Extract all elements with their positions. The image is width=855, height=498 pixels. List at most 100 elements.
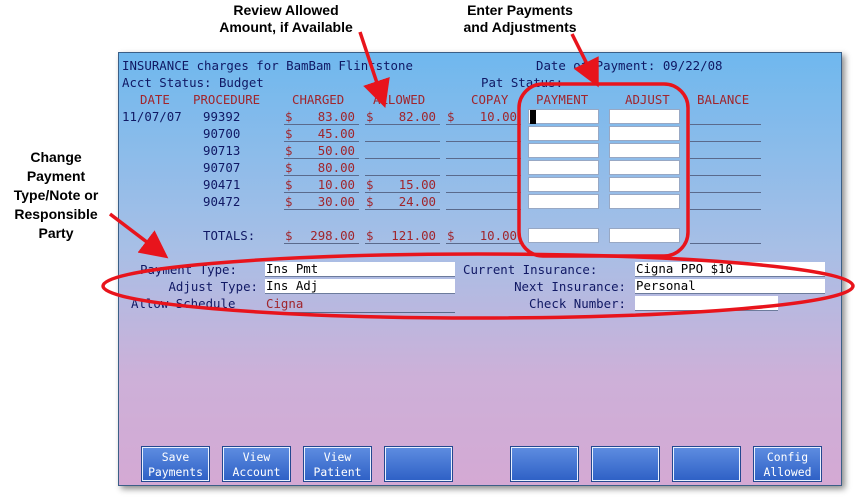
- total-copay-underline: [446, 243, 521, 244]
- charged-underline: [284, 141, 359, 142]
- allowed-underline: [365, 124, 440, 125]
- dollar-sign: $: [366, 109, 374, 124]
- row-charged: 80.00: [317, 160, 355, 175]
- payment-input[interactable]: [528, 160, 599, 175]
- dollar-sign: $: [447, 228, 455, 243]
- balance-underline: [690, 141, 761, 142]
- view-patient-button[interactable]: View Patient: [304, 447, 371, 481]
- row-procedure: 90700: [203, 126, 241, 141]
- payment-input[interactable]: [528, 143, 599, 158]
- balance-underline: [690, 158, 761, 159]
- check-number-field[interactable]: [635, 296, 778, 311]
- adjust-input[interactable]: [609, 109, 680, 124]
- dollar-sign: $: [447, 109, 455, 124]
- annotation-line: Change: [30, 149, 82, 165]
- annotation-line: Review Allowed: [233, 2, 339, 18]
- adjust-type-field[interactable]: Ins Adj: [265, 279, 455, 294]
- adjust-input[interactable]: [609, 143, 680, 158]
- charged-underline: [284, 209, 359, 210]
- row-procedure: 90471: [203, 177, 241, 192]
- copay-underline: [446, 141, 521, 142]
- annotation-line: Amount, if Available: [219, 19, 353, 35]
- annotation-line: Type/Note or: [13, 187, 99, 203]
- total-allowed: 121.00: [391, 228, 436, 243]
- row-procedure: 99392: [203, 109, 241, 124]
- adjust-input[interactable]: [609, 126, 680, 141]
- function-button-6[interactable]: [592, 447, 659, 481]
- adjust-input[interactable]: [609, 177, 680, 192]
- row-allowed: 24.00: [398, 194, 436, 209]
- save-payments-button[interactable]: Save Payments: [142, 447, 209, 481]
- row-charged: 45.00: [317, 126, 355, 141]
- col-charged: CHARGED: [292, 92, 345, 107]
- payment-input[interactable]: [528, 126, 599, 141]
- payment-type-field[interactable]: Ins Pmt: [265, 262, 455, 277]
- col-balance: BALANCE: [697, 92, 750, 107]
- function-button-7[interactable]: [673, 447, 740, 481]
- total-copay: 10.00: [479, 228, 517, 243]
- copay-underline: [446, 158, 521, 159]
- dollar-sign: $: [366, 194, 374, 209]
- row-procedure: 90713: [203, 143, 241, 158]
- annotation-line: and Adjustments: [463, 19, 577, 35]
- annotation-line: Enter Payments: [467, 2, 573, 18]
- annotation-review-allowed: Review Allowed Amount, if Available: [196, 2, 376, 36]
- next-insurance-field[interactable]: Personal: [635, 279, 825, 294]
- adjust-input[interactable]: [609, 194, 680, 209]
- col-procedure: PROCEDURE: [193, 92, 261, 107]
- payment-input[interactable]: [528, 177, 599, 192]
- copay-underline: [446, 175, 521, 176]
- allow-schedule-underline: [265, 312, 455, 313]
- acct-status: Acct Status: Budget: [122, 75, 264, 90]
- total-balance-underline: [690, 243, 761, 244]
- adjust-type-label: Adjust Type:: [168, 279, 258, 294]
- function-button-4[interactable]: [385, 447, 452, 481]
- total-adjust-field: [609, 228, 680, 243]
- button-label: Save: [161, 450, 190, 464]
- button-label: Allowed: [763, 465, 812, 479]
- current-insurance-label: Current Insurance:: [463, 262, 598, 277]
- row-procedure: 90707: [203, 160, 241, 175]
- button-label: Config: [766, 450, 809, 464]
- dollar-sign: $: [285, 228, 293, 243]
- row-charged: 10.00: [317, 177, 355, 192]
- check-number-label: Check Number:: [529, 296, 626, 311]
- charged-underline: [284, 192, 359, 193]
- dollar-sign: $: [285, 143, 293, 158]
- allowed-underline: [365, 192, 440, 193]
- balance-underline: [690, 209, 761, 210]
- payment-input[interactable]: [528, 109, 599, 124]
- col-copay: COPAY: [471, 92, 509, 107]
- dollar-sign: $: [285, 194, 293, 209]
- view-account-button[interactable]: View Account: [223, 447, 290, 481]
- button-label: View: [242, 450, 271, 464]
- col-date: DATE: [140, 92, 170, 107]
- dollar-sign: $: [285, 126, 293, 141]
- screen-title: INSURANCE charges for BamBam Flintstone: [122, 58, 413, 73]
- col-allowed: ALLOWED: [373, 92, 426, 107]
- function-button-5[interactable]: [511, 447, 578, 481]
- button-label: Account: [232, 465, 281, 479]
- annotation-line: Party: [38, 225, 74, 241]
- dollar-sign: $: [285, 160, 293, 175]
- col-payment: PAYMENT: [536, 92, 589, 107]
- copay-underline: [446, 209, 521, 210]
- adjust-input[interactable]: [609, 160, 680, 175]
- annotation-line: Payment: [26, 168, 86, 184]
- dollar-sign: $: [366, 228, 374, 243]
- total-charged-underline: [284, 243, 359, 244]
- copay-underline: [446, 124, 521, 125]
- dollar-sign: $: [285, 177, 293, 192]
- next-insurance-label: Next Insurance:: [514, 279, 626, 294]
- config-allowed-button[interactable]: Config Allowed: [754, 447, 821, 481]
- total-payment-field: [528, 228, 599, 243]
- annotation-enter-payments: Enter Payments and Adjustments: [430, 2, 610, 36]
- date-of-payment: Date of Payment: 09/22/08: [536, 58, 723, 73]
- payment-input[interactable]: [528, 194, 599, 209]
- allow-schedule-label: Allow Schedule: [131, 296, 236, 311]
- current-insurance-field[interactable]: Cigna PPO $10: [635, 262, 825, 277]
- insurance-payment-screen: INSURANCE charges for BamBam Flintstone …: [118, 52, 842, 486]
- balance-underline: [690, 192, 761, 193]
- allow-schedule-value[interactable]: Cigna: [266, 297, 303, 311]
- total-allowed-underline: [365, 243, 440, 244]
